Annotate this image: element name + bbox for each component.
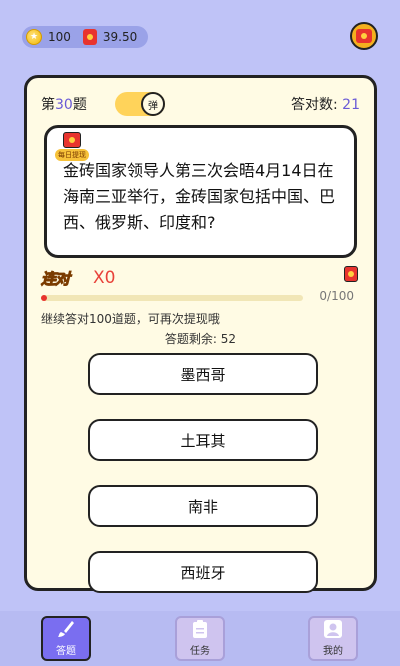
nav-tasks[interactable]: 任务 <box>175 616 225 661</box>
nav-profile-label: 我的 <box>323 646 343 657</box>
answer-option[interactable]: 墨西哥 <box>88 353 318 395</box>
streak-count: X0 <box>93 268 116 288</box>
cash-balance: 39.50 <box>102 30 138 44</box>
coin-balance: 100 <box>48 30 71 44</box>
toggle-knob: 弹 <box>141 92 165 116</box>
question-number-suffix: 题 <box>72 97 87 113</box>
question-number-value: 30 <box>55 97 73 113</box>
coin-icon: ★ <box>26 29 42 45</box>
streak-progress-bar <box>41 295 303 301</box>
user-icon <box>322 618 344 640</box>
correct-count: 答对数: 21 <box>291 94 360 114</box>
question-box: 每日提现 金砖国家领导人第三次会晤4月14日在海南三亚举行，金砖国家包括中国、巴… <box>44 125 357 258</box>
streak-progress-fill <box>41 295 47 301</box>
streak-logo: 连对 <box>40 270 70 289</box>
red-envelope-button[interactable] <box>350 22 378 50</box>
red-envelope-icon <box>344 266 358 282</box>
question-number-prefix: 第 <box>41 97 55 113</box>
clipboard-icon <box>189 618 211 640</box>
streak-row: 连对 X0 <box>40 266 366 290</box>
correct-count-label: 答对数: <box>291 97 338 113</box>
quiz-header: 第30题 弹 答对数: 21 <box>41 92 360 116</box>
question-number: 第30题 <box>41 94 87 114</box>
nav-quiz-label: 答题 <box>56 646 76 657</box>
red-envelope-icon <box>63 132 81 148</box>
nav-tasks-label: 任务 <box>190 646 210 657</box>
daily-withdraw-badge[interactable]: 每日提现 <box>55 132 89 161</box>
streak-hint: 继续答对100道题，可再次提现哦 <box>41 312 220 326</box>
red-envelope-icon <box>82 29 97 45</box>
answer-option[interactable]: 土耳其 <box>88 419 318 461</box>
top-bar: ★ 100 39.50 <box>22 22 378 50</box>
bottom-nav: 答题 任务 我的 <box>0 611 400 666</box>
answer-option[interactable]: 西班牙 <box>88 551 318 593</box>
remaining-questions: 答题剩余: 52 <box>164 332 237 346</box>
popup-toggle[interactable]: 弹 <box>115 92 165 116</box>
brush-icon <box>55 618 77 640</box>
quiz-card: 第30题 弹 答对数: 21 每日提现 金砖国家领导人第三次会晤4月14日在海南… <box>24 75 377 593</box>
streak-progress-label: 0/100 <box>319 289 354 303</box>
red-envelope-icon <box>356 29 372 43</box>
correct-count-value: 21 <box>342 97 360 113</box>
nav-profile[interactable]: 我的 <box>308 616 358 661</box>
nav-quiz[interactable]: 答题 <box>41 616 91 661</box>
wallet-pill: ★ 100 39.50 <box>22 26 148 48</box>
question-text: 金砖国家领导人第三次会晤4月14日在海南三亚举行，金砖国家包括中国、巴西、俄罗斯… <box>63 161 336 232</box>
answer-option[interactable]: 南非 <box>88 485 318 527</box>
answer-options: 墨西哥 土耳其 南非 西班牙 <box>88 353 318 617</box>
